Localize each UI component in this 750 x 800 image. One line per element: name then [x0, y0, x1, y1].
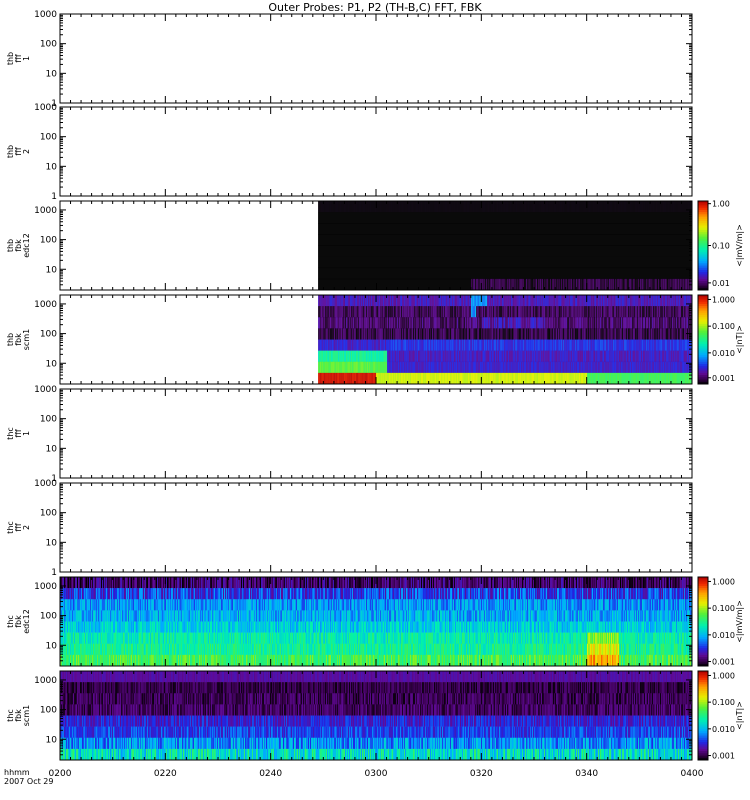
y-tick-label: 10: [46, 162, 58, 172]
y-tick-label: 1000: [34, 10, 57, 20]
y-tick-label: 10: [46, 69, 58, 79]
y-tick-label: 1: [51, 192, 57, 202]
spectrogram-figure: Outer Probes: P1, P2 (TH-B,C) FFT, FBK 1…: [4, 1, 744, 786]
y-tick-label: 100: [40, 133, 57, 143]
y-tick-label: 10: [46, 265, 58, 275]
panel-stack: 1101001000thb fff 11101001000thb fff 2101001…: [6, 10, 744, 761]
spectrogram-panel: 101001000thb fbk edc121.000.100.01<|mV/m|>: [6, 200, 744, 291]
y-tick-label: 1000: [34, 206, 57, 216]
spectrogram-panel: 101001000thb fbk scm11.0000.1000.0100.001<…: [6, 294, 744, 385]
colorbar-tick-label: 0.10: [712, 242, 730, 251]
panel-y-label: 1: [22, 56, 31, 61]
colorbar-tick-label: 1.00: [712, 200, 730, 209]
y-tick-label: 1000: [34, 103, 57, 113]
spectrogram-panel: 1101001000thb fff 2: [6, 103, 693, 202]
figure-title: Outer Probes: P1, P2 (TH-B,C) FFT, FBK: [268, 1, 482, 14]
spectrogram-image: [318, 295, 693, 385]
panel-frame: [59, 106, 693, 197]
y-tick-label: 100: [40, 40, 57, 50]
y-tick-label: 100: [40, 236, 57, 246]
colorbar-tick-label: 0.01: [712, 279, 730, 288]
spectrogram-panel: 1101001000thb fff 1: [6, 10, 693, 109]
panel-y-label: edc12: [22, 233, 31, 258]
colorbar-label: <|mV/m|>: [735, 224, 744, 267]
panel-frame: [59, 13, 693, 104]
spectrogram-image: [318, 201, 693, 291]
colorbar: 1.00 0.10 0.01 <|mV/m|>: [697, 200, 744, 291]
panel-y-label: 2: [22, 149, 31, 154]
